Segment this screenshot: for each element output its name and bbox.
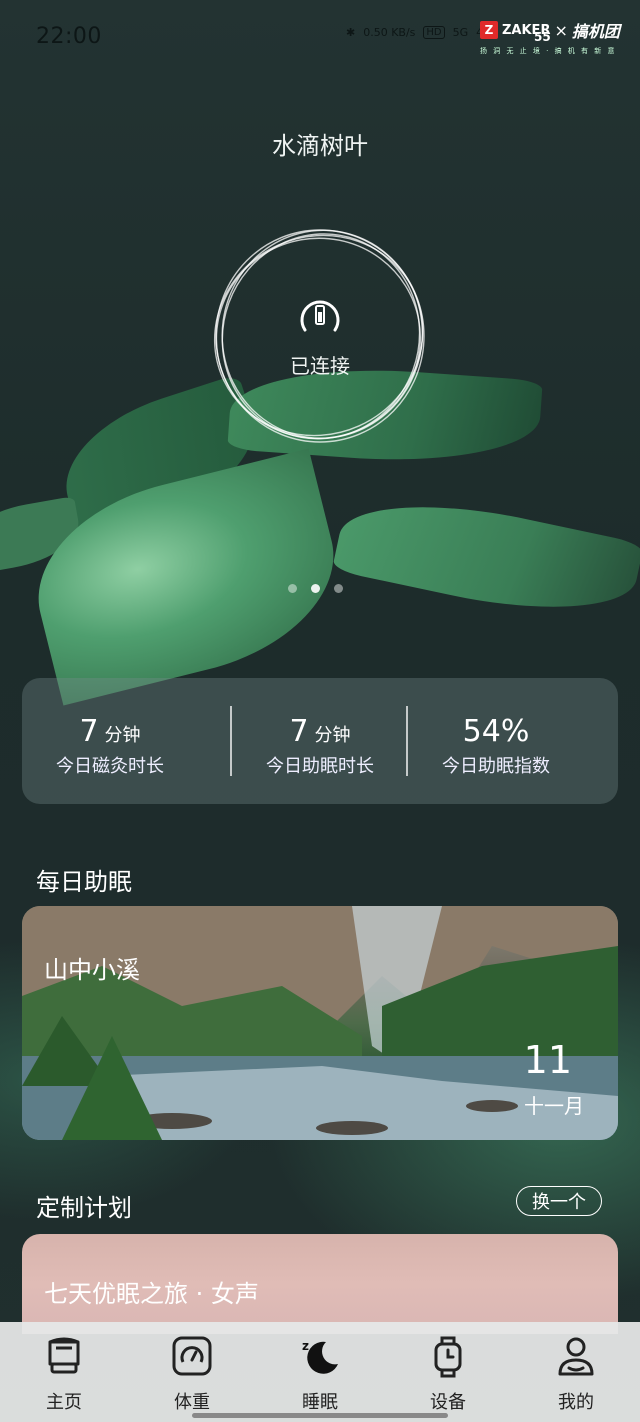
device-ring[interactable]: [210, 224, 430, 448]
stat-sleep-aid-index: 54% 今日助眠指数: [408, 678, 584, 804]
stat-label: 今日磁灸时长: [56, 756, 164, 777]
tab-home[interactable]: 主页: [19, 1322, 109, 1422]
stat-unit: 分钟: [314, 725, 351, 746]
tab-device[interactable]: 设备: [403, 1322, 493, 1422]
swap-button[interactable]: 换一个: [516, 1186, 602, 1216]
brand-slogan: 扬 洞 无 止 境 · 搞 机 有 新 意: [480, 47, 617, 55]
plan-card[interactable]: 七天优眠之旅 · 女声: [22, 1234, 618, 1334]
status-bar: 22:00 ✱ 0.50 KB/s HD 5G 4G Z ZAKER × 搞机团…: [0, 0, 640, 74]
moon-icon: z: [302, 1339, 338, 1374]
tab-label: 体重: [174, 1392, 210, 1413]
gaojituan-brand: 搞机团: [571, 22, 620, 41]
page-title: 水滴树叶: [272, 132, 368, 160]
battery-level: 55: [534, 30, 551, 44]
carousel-dot[interactable]: [288, 584, 297, 593]
today-stats-card: 7 分钟 今日磁灸时长 7 分钟 今日助眠时长 54% 今日助眠指数: [22, 678, 618, 804]
person-icon: [558, 1337, 594, 1376]
stat-value: 7 分钟: [22, 714, 198, 749]
stat-unit: 分钟: [104, 725, 141, 746]
section-title-daily: 每日助眠: [36, 868, 132, 896]
tab-profile[interactable]: 我的: [531, 1322, 621, 1422]
system-indicators: ✱ 0.50 KB/s HD 5G 4G: [346, 26, 492, 39]
ring-graphic: [213, 229, 425, 443]
bluetooth-icon: ✱: [346, 26, 356, 39]
bottom-tab-bar: 主页 体重 z 睡眠 设备 我的: [0, 1322, 640, 1422]
watch-icon: [434, 1336, 462, 1378]
stat-moxibustion: 7 分钟 今日磁灸时长: [22, 678, 198, 804]
home-indicator[interactable]: [192, 1413, 448, 1418]
stat-label: 今日助眠时长: [266, 756, 374, 777]
tab-label: 我的: [558, 1392, 594, 1413]
tab-label: 主页: [46, 1392, 82, 1413]
stat-value: 54%: [408, 714, 584, 749]
net-speed: 0.50 KB/s: [363, 26, 416, 39]
stat-value: 7 分钟: [232, 714, 408, 749]
section-title-plan: 定制计划: [36, 1194, 132, 1222]
home-icon: [48, 1337, 80, 1374]
scale-icon: [172, 1336, 212, 1376]
tab-weight[interactable]: 体重: [147, 1322, 237, 1422]
tab-label: 设备: [430, 1392, 466, 1413]
carousel-dot[interactable]: [334, 584, 343, 593]
stat-label: 今日助眠指数: [442, 756, 550, 777]
daily-track-name: 山中小溪: [44, 956, 140, 984]
stat-number: 7: [79, 714, 99, 749]
zaker-logo-icon: Z: [480, 21, 498, 39]
hd-icon: HD: [423, 26, 445, 39]
date-month: 十一月: [524, 1094, 584, 1118]
status-time: 22:00: [36, 24, 102, 49]
stat-sleep-aid-duration: 7 分钟 今日助眠时长: [232, 678, 408, 804]
svg-text:z: z: [302, 1339, 309, 1353]
tab-label: 睡眠: [302, 1392, 338, 1413]
stat-number: 7: [289, 714, 309, 749]
signal-5g: 5G: [452, 26, 469, 39]
daily-sleep-card[interactable]: 山中小溪 11 十一月: [22, 906, 618, 1140]
plan-name: 七天优眠之旅 · 女声: [44, 1280, 259, 1308]
date-day: 11: [523, 1038, 572, 1082]
carousel-dot-active[interactable]: [311, 584, 320, 593]
brand-times: ×: [554, 20, 568, 40]
tab-sleep[interactable]: z 睡眠: [275, 1322, 365, 1422]
stat-number: 54%: [462, 714, 530, 749]
device-connected-icon: [300, 300, 340, 332]
connection-status: 已连接: [290, 354, 350, 378]
carousel-indicator: [288, 584, 343, 593]
